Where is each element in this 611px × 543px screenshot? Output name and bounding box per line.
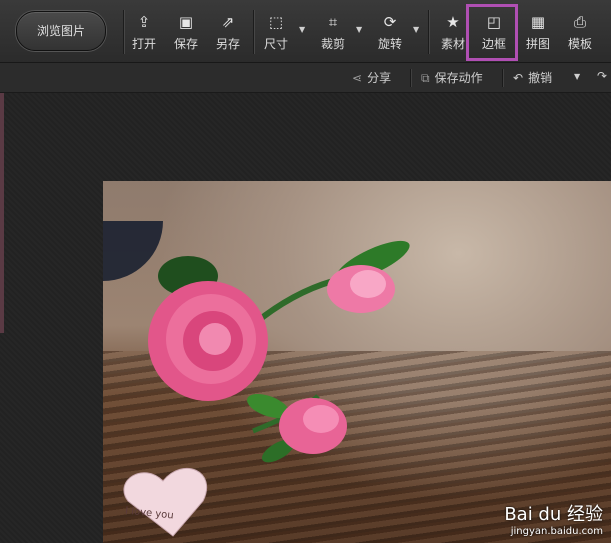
secondary-toolbar: ⋖ 分享 ⧉ 保存动作 ↶ 撤销 ▼ ↷ [0,63,611,93]
save-as-icon: ⇗ [221,13,235,31]
subbar-divider [410,69,411,87]
template-label: 模板 [567,37,592,51]
rotate-icon: ⟳ [383,13,397,31]
subbar-divider [502,69,503,87]
watermark-url: jingyan.baidu.com [510,526,603,537]
toolbar-divider [428,10,429,54]
resize-dropdown-icon[interactable]: ▼ [299,25,305,34]
collage-icon: ▦ [530,13,546,31]
save-button[interactable]: ▣ 保存 [166,12,206,56]
save-action-button[interactable]: ⧉ 保存动作 [421,69,483,86]
undo-label: 撤销 [528,71,553,85]
side-thumbnail-strip [0,93,4,333]
crop-button[interactable]: ⌗ 裁剪 [313,12,353,56]
save-icon: ▣ [178,13,194,31]
crop-icon: ⌗ [328,13,338,31]
toolbar-divider [253,10,254,54]
template-icon: ⎙ [573,13,586,31]
rotate-button[interactable]: ⟳ 旋转 [370,12,410,56]
undo-dropdown-icon[interactable]: ▼ [574,72,580,81]
edited-photo[interactable]: I love you Bai du 经验 jingyan.baidu.com [103,181,611,543]
crop-label: 裁剪 [320,37,345,51]
roses-illustration [123,240,410,537]
save-action-icon: ⧉ [421,71,430,85]
save-as-label: 另存 [215,37,240,51]
undo-icon: ↶ [513,71,524,85]
rotate-label: 旋转 [377,37,402,51]
watermark-brand: Bai du 经验 [504,504,603,525]
save-action-label: 保存动作 [434,71,483,85]
redo-icon[interactable]: ↷ [597,69,607,83]
browse-images-button[interactable]: 浏览图片 [16,11,106,51]
open-button[interactable]: ⇪ 打开 [124,12,164,56]
border-highlight-frame [466,4,518,61]
rose-bud-tip [303,405,339,433]
undo-button[interactable]: ↶ 撤销 [513,69,552,86]
save-label: 保存 [173,37,198,51]
share-icon: ⋖ [352,71,363,85]
collage-label: 拼图 [525,37,550,51]
resize-label: 尺寸 [263,37,288,51]
collage-button[interactable]: ▦ 拼图 [518,12,558,56]
share-label: 分享 [367,71,392,85]
resize-button[interactable]: ⬚ 尺寸 [256,12,296,56]
rotate-dropdown-icon[interactable]: ▼ [413,25,419,34]
main-toolbar: 浏览图片 ⇪ 打开 ▣ 保存 ⇗ 另存 ⬚ 尺寸 ▼ ⌗ 裁剪 ▼ ⟳ 旋转 ▼… [0,0,611,63]
rose-bud-tip [350,270,386,298]
rose-center [199,323,231,355]
template-button[interactable]: ⎙ 模板 [560,12,600,56]
open-label: 打开 [131,37,156,51]
crop-dropdown-icon[interactable]: ▼ [356,25,362,34]
share-button[interactable]: ⋖ 分享 [352,69,391,86]
save-as-button[interactable]: ⇗ 另存 [208,12,248,56]
resize-icon: ⬚ [268,13,284,31]
heart-plaque [123,467,208,537]
open-icon: ⇪ [137,13,151,31]
baidu-watermark: Bai du 经验 jingyan.baidu.com [504,500,603,537]
